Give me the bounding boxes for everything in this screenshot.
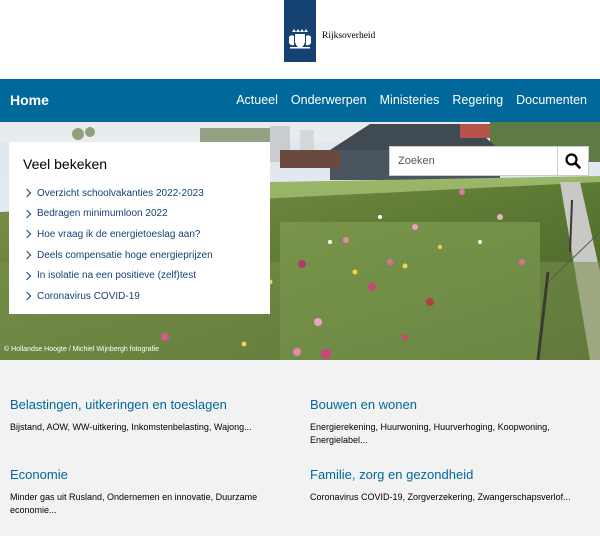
most-viewed-item[interactable]: Deels compensatie hoge energieprijzen — [22, 245, 213, 266]
most-viewed-item[interactable]: Bedragen minimumloon 2022 — [22, 204, 213, 225]
most-viewed-link[interactable]: Hoe vraag ik de energietoeslag aan? — [37, 229, 200, 240]
topic-block: Belastingen, uitkeringen en toeslagen Bi… — [10, 397, 295, 434]
chevron-right-icon — [22, 230, 32, 239]
logo-wordmark[interactable]: Rijksoverheid — [322, 31, 375, 41]
logo-emblem[interactable] — [284, 0, 316, 62]
topic-title-link[interactable]: Belastingen, uitkeringen en toeslagen — [10, 397, 295, 412]
chevron-right-icon — [22, 271, 32, 280]
topic-block: Economie Minder gas uit Rusland, Onderne… — [10, 467, 295, 517]
nav-item-documenten[interactable]: Documenten — [516, 93, 587, 107]
coat-of-arms-icon — [289, 29, 311, 49]
chevron-right-icon — [22, 189, 32, 198]
topic-block: Familie, zorg en gezondheid Coronavirus … — [310, 467, 595, 504]
nav-home-link[interactable]: Home — [10, 92, 49, 108]
chevron-right-icon — [22, 209, 32, 219]
most-viewed-link[interactable]: Deels compensatie hoge energieprijzen — [37, 250, 213, 261]
most-viewed-list: Overzicht schoolvakanties 2022-2023 Bedr… — [22, 183, 213, 307]
chevron-right-icon — [22, 292, 32, 301]
most-viewed-link[interactable]: Bedragen minimumloon 2022 — [37, 208, 168, 219]
nav-menu: Actueel Onderwerpen Ministeries Regering… — [236, 93, 587, 107]
most-viewed-link[interactable]: In isolatie na een positieve (zelf)test — [37, 270, 196, 281]
topic-block: Bouwen en wonen Energierekening, Huurwon… — [310, 397, 595, 447]
topic-description: Minder gas uit Rusland, Ondernemen en in… — [10, 492, 258, 515]
most-viewed-item[interactable]: In isolatie na een positieve (zelf)test — [22, 265, 213, 286]
most-viewed-item[interactable]: Overzicht schoolvakanties 2022-2023 — [22, 183, 213, 204]
most-viewed-item[interactable]: Hoe vraag ik de energietoeslag aan? — [22, 224, 213, 245]
most-viewed-link[interactable]: Overzicht schoolvakanties 2022-2023 — [37, 188, 204, 199]
topic-title-link[interactable]: Economie — [10, 467, 295, 482]
most-viewed-link[interactable]: Coronavirus COVID-19 — [37, 291, 140, 302]
topic-title-link[interactable]: Familie, zorg en gezondheid — [310, 467, 595, 482]
topic-description: Coronavirus COVID-19, Zorgverzekering, Z… — [310, 492, 571, 502]
main-navigation: Home Actueel Onderwerpen Ministeries Reg… — [0, 79, 600, 122]
search-box — [389, 146, 589, 176]
search-input[interactable] — [390, 147, 558, 175]
chevron-right-icon — [22, 250, 32, 260]
most-viewed-title: Veel bekeken — [23, 156, 108, 172]
most-viewed-panel: Veel bekeken Overzicht schoolvakanties 2… — [9, 142, 270, 314]
photo-credit: © Hollandse Hoogte / Michiel Wijnbergh f… — [4, 346, 159, 353]
topic-description: Energierekening, Huurwoning, Huurverhogi… — [310, 422, 550, 445]
topics-section: Belastingen, uitkeringen en toeslagen Bi… — [0, 360, 600, 536]
site-header: Rijksoverheid — [0, 0, 600, 79]
topic-title-link[interactable]: Bouwen en wonen — [310, 397, 595, 412]
topic-description: Bijstand, AOW, WW-uitkering, Inkomstenbe… — [10, 422, 252, 432]
search-button[interactable] — [557, 147, 588, 175]
nav-item-regering[interactable]: Regering — [452, 93, 503, 107]
nav-item-actueel[interactable]: Actueel — [236, 93, 278, 107]
most-viewed-item[interactable]: Coronavirus COVID-19 — [22, 286, 213, 307]
nav-item-onderwerpen[interactable]: Onderwerpen — [291, 93, 367, 107]
nav-item-ministeries[interactable]: Ministeries — [380, 93, 440, 107]
search-icon — [565, 153, 581, 169]
